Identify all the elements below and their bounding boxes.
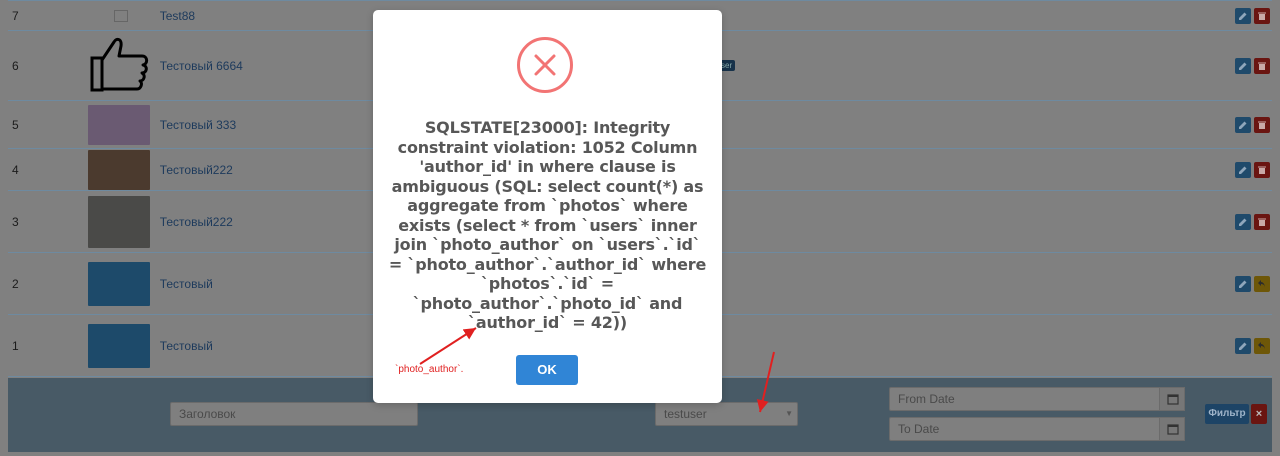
error-dialog: SQLSTATE[23000]: Integrity constraint vi… (373, 10, 722, 403)
row-number: 3 (12, 214, 19, 229)
row-number: 6 (12, 58, 19, 73)
delete-button[interactable] (1254, 213, 1270, 230)
row-number: 2 (12, 276, 19, 291)
from-date-input[interactable]: From Date (889, 387, 1161, 411)
photo-thumbnail (87, 149, 150, 190)
row-title-link[interactable]: Тестовый 333 (160, 118, 236, 132)
to-date-input[interactable]: To Date (889, 417, 1161, 441)
title-filter-input[interactable]: Заголовок (170, 402, 418, 426)
edit-button[interactable] (1235, 57, 1251, 74)
row-number: 1 (12, 338, 19, 353)
author-select-value: testuser (664, 407, 707, 421)
edit-button[interactable] (1235, 7, 1251, 24)
edit-button[interactable] (1235, 116, 1251, 133)
calendar-icon[interactable] (1159, 417, 1185, 441)
delete-button[interactable] (1254, 161, 1270, 178)
row-title-link[interactable]: Тестовый (160, 277, 213, 291)
edit-button[interactable] (1235, 161, 1251, 178)
edit-button[interactable] (1235, 337, 1251, 354)
row-title-link[interactable]: Тестовый (160, 339, 213, 353)
error-message: SQLSTATE[23000]: Integrity constraint vi… (388, 118, 707, 332)
filter-button[interactable]: Фильтр (1205, 404, 1249, 424)
author-select[interactable]: testuser ▼ (655, 402, 798, 426)
row-number: 4 (12, 162, 19, 177)
photo-thumbnail (87, 104, 150, 145)
delete-button[interactable] (1254, 116, 1270, 133)
annotation-text: `photo_author`. (395, 364, 464, 375)
photo-thumbnail (87, 261, 150, 306)
edit-button[interactable] (1235, 213, 1251, 230)
row-number: 7 (12, 8, 19, 23)
restore-button[interactable] (1254, 337, 1270, 354)
photo-thumbnail (87, 195, 150, 248)
row-title-link[interactable]: Test88 (160, 9, 195, 23)
row-title-link[interactable]: Тестовый222 (160, 215, 233, 229)
ok-button[interactable]: OK (516, 355, 578, 385)
delete-button[interactable] (1254, 7, 1270, 24)
thumbs-up-icon (90, 37, 148, 92)
calendar-icon[interactable] (1159, 387, 1185, 411)
row-title-link[interactable]: Тестовый222 (160, 163, 233, 177)
chevron-down-icon: ▼ (785, 409, 793, 418)
error-icon (517, 37, 573, 93)
restore-button[interactable] (1254, 275, 1270, 292)
photo-thumbnail (87, 323, 150, 368)
delete-button[interactable] (1254, 57, 1270, 74)
broken-image-icon (113, 9, 128, 22)
clear-filter-button[interactable]: × (1251, 404, 1267, 424)
edit-button[interactable] (1235, 275, 1251, 292)
row-title-link[interactable]: Тестовый 6664 (160, 59, 243, 73)
row-number: 5 (12, 117, 19, 132)
